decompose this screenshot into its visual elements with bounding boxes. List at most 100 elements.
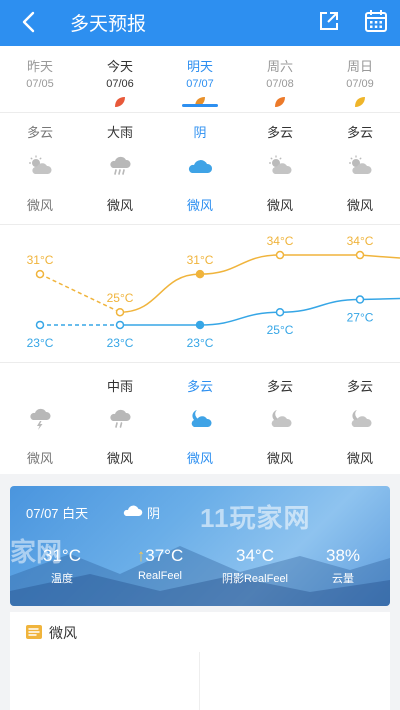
night-condition: 多云 [266, 379, 293, 394]
divider [0, 224, 400, 225]
wind-label: 微风 [266, 451, 293, 466]
temperature-chart: 31°C 25°C 31°C 34°C 34°C 23°C 23°C 23°C 25°C 27°C [27, 234, 400, 350]
data-label: 34°C [347, 234, 374, 248]
data-label: 25°C [267, 323, 294, 337]
day-tab-yesterday[interactable]: 昨天 07/05 [0, 46, 80, 90]
stat-value: 37°C [145, 546, 184, 565]
day-name: 今天 [106, 59, 133, 74]
detail-condition: 阴 [147, 506, 161, 521]
app-header: 多天预报 [0, 0, 400, 46]
overcast-cloud-icon [188, 160, 213, 173]
day-tab-tomorrow[interactable]: 明天 07/07 [160, 46, 240, 108]
day-name: 周日 [346, 59, 373, 74]
divider [199, 652, 200, 710]
day-name: 明天 [186, 59, 213, 74]
day-condition: 多云 [266, 125, 293, 140]
data-point [115, 320, 125, 330]
partly-cloudy-sun-icon [269, 155, 292, 174]
data-label: 23°C [187, 336, 214, 350]
leaf-icon [355, 97, 365, 107]
wind-label: 微风 [106, 198, 133, 213]
night-condition: 中雨 [106, 379, 133, 394]
data-label: 34°C [267, 234, 294, 248]
stat-temperature: 31°C 温度 [32, 546, 92, 586]
day-tab-sunday[interactable]: 周日 07/09 [320, 46, 400, 108]
data-point [35, 320, 45, 330]
data-point [275, 250, 285, 260]
partly-cloudy-moon-icon [271, 410, 292, 427]
wind-icon [26, 625, 42, 639]
day-condition: 阴 [193, 125, 207, 140]
stat-value: 31°C [43, 546, 81, 565]
partly-cloudy-sun-icon [349, 155, 372, 174]
calendar-icon[interactable] [364, 9, 388, 33]
divider [0, 112, 400, 113]
heavy-rain-icon [110, 156, 131, 175]
data-point [35, 269, 45, 279]
day-tabs: 昨天 07/05 今天 07/06 明天 07/07 周六 07/08 周日 0… [0, 46, 400, 112]
stat-label: 温度 [51, 573, 73, 585]
share-icon[interactable] [318, 10, 340, 32]
wind-label: 微风 [26, 451, 53, 466]
day-date: 07/05 [26, 78, 54, 90]
stat-shade-realfeel: 34°C 阴影RealFeel [210, 546, 300, 586]
wind-label: 微风 [186, 198, 213, 213]
wind-panel: 微风 [10, 612, 390, 710]
cloud-icon [123, 505, 143, 516]
partly-cloudy-moon-icon [191, 410, 212, 427]
stat-label: RealFeel [137, 570, 183, 582]
day-name: 昨天 [26, 59, 53, 74]
wind-label: 微风 [346, 451, 373, 466]
night-condition: 多云 [186, 379, 213, 394]
data-label: 23°C [27, 336, 54, 350]
wind-label: 微风 [186, 451, 213, 466]
weather-detail-card: 家网 11玩家网 07/07 白天 阴 31°C 温度 ↑37°C RealFe… [10, 486, 390, 606]
data-point [355, 250, 365, 260]
day-name: 周六 [266, 59, 293, 74]
back-arrow-icon[interactable] [16, 8, 42, 36]
day-condition: 多云 [346, 125, 373, 140]
wind-label: 微风 [346, 198, 373, 213]
partly-cloudy-sun-icon [29, 155, 52, 174]
series-line [119, 254, 400, 313]
data-label: 31°C [187, 253, 214, 267]
data-point [275, 307, 285, 317]
stat-label: 阴影RealFeel [221, 573, 289, 585]
data-label: 25°C [107, 291, 134, 305]
day-tab-today[interactable]: 今天 07/06 [80, 46, 160, 108]
day-condition: 多云 [26, 125, 53, 140]
divider [0, 362, 400, 363]
day-condition: 大雨 [106, 125, 133, 140]
stat-realfeel: ↑37°C RealFeel [120, 546, 200, 582]
selected-tab-indicator [182, 104, 218, 107]
page-title: 多天预报 [70, 14, 147, 35]
day-date: 07/09 [346, 78, 374, 90]
data-point [115, 307, 125, 317]
partly-cloudy-moon-icon [351, 410, 372, 427]
data-point [355, 295, 365, 304]
thunder-rain-icon [30, 408, 51, 430]
moderate-rain-icon [110, 409, 131, 428]
night-condition: 多云 [346, 379, 373, 394]
stat-label: 云量 [332, 573, 354, 585]
stat-value: 34°C [236, 546, 274, 565]
stat-cloud-cover: 38% 云量 [316, 546, 370, 586]
day-tab-saturday[interactable]: 周六 07/08 [240, 46, 320, 108]
watermark-text: 11玩家网 [200, 503, 311, 533]
up-arrow-icon: ↑ [136, 546, 146, 565]
day-date: 07/07 [186, 78, 214, 90]
data-point [195, 320, 205, 330]
wind-label: 微风 [266, 198, 293, 213]
data-point [195, 269, 205, 279]
data-label: 23°C [107, 336, 134, 350]
data-label: 31°C [27, 253, 54, 267]
wind-panel-label: 微风 [49, 625, 77, 641]
wind-label: 微风 [26, 198, 53, 213]
stat-value: 38% [325, 546, 361, 565]
data-label: 27°C [347, 311, 374, 325]
detail-date: 07/07 白天 [26, 506, 89, 521]
leaf-icon [275, 97, 285, 107]
day-date: 07/06 [106, 78, 134, 90]
leaf-icon [115, 97, 125, 107]
wind-label: 微风 [106, 451, 133, 466]
